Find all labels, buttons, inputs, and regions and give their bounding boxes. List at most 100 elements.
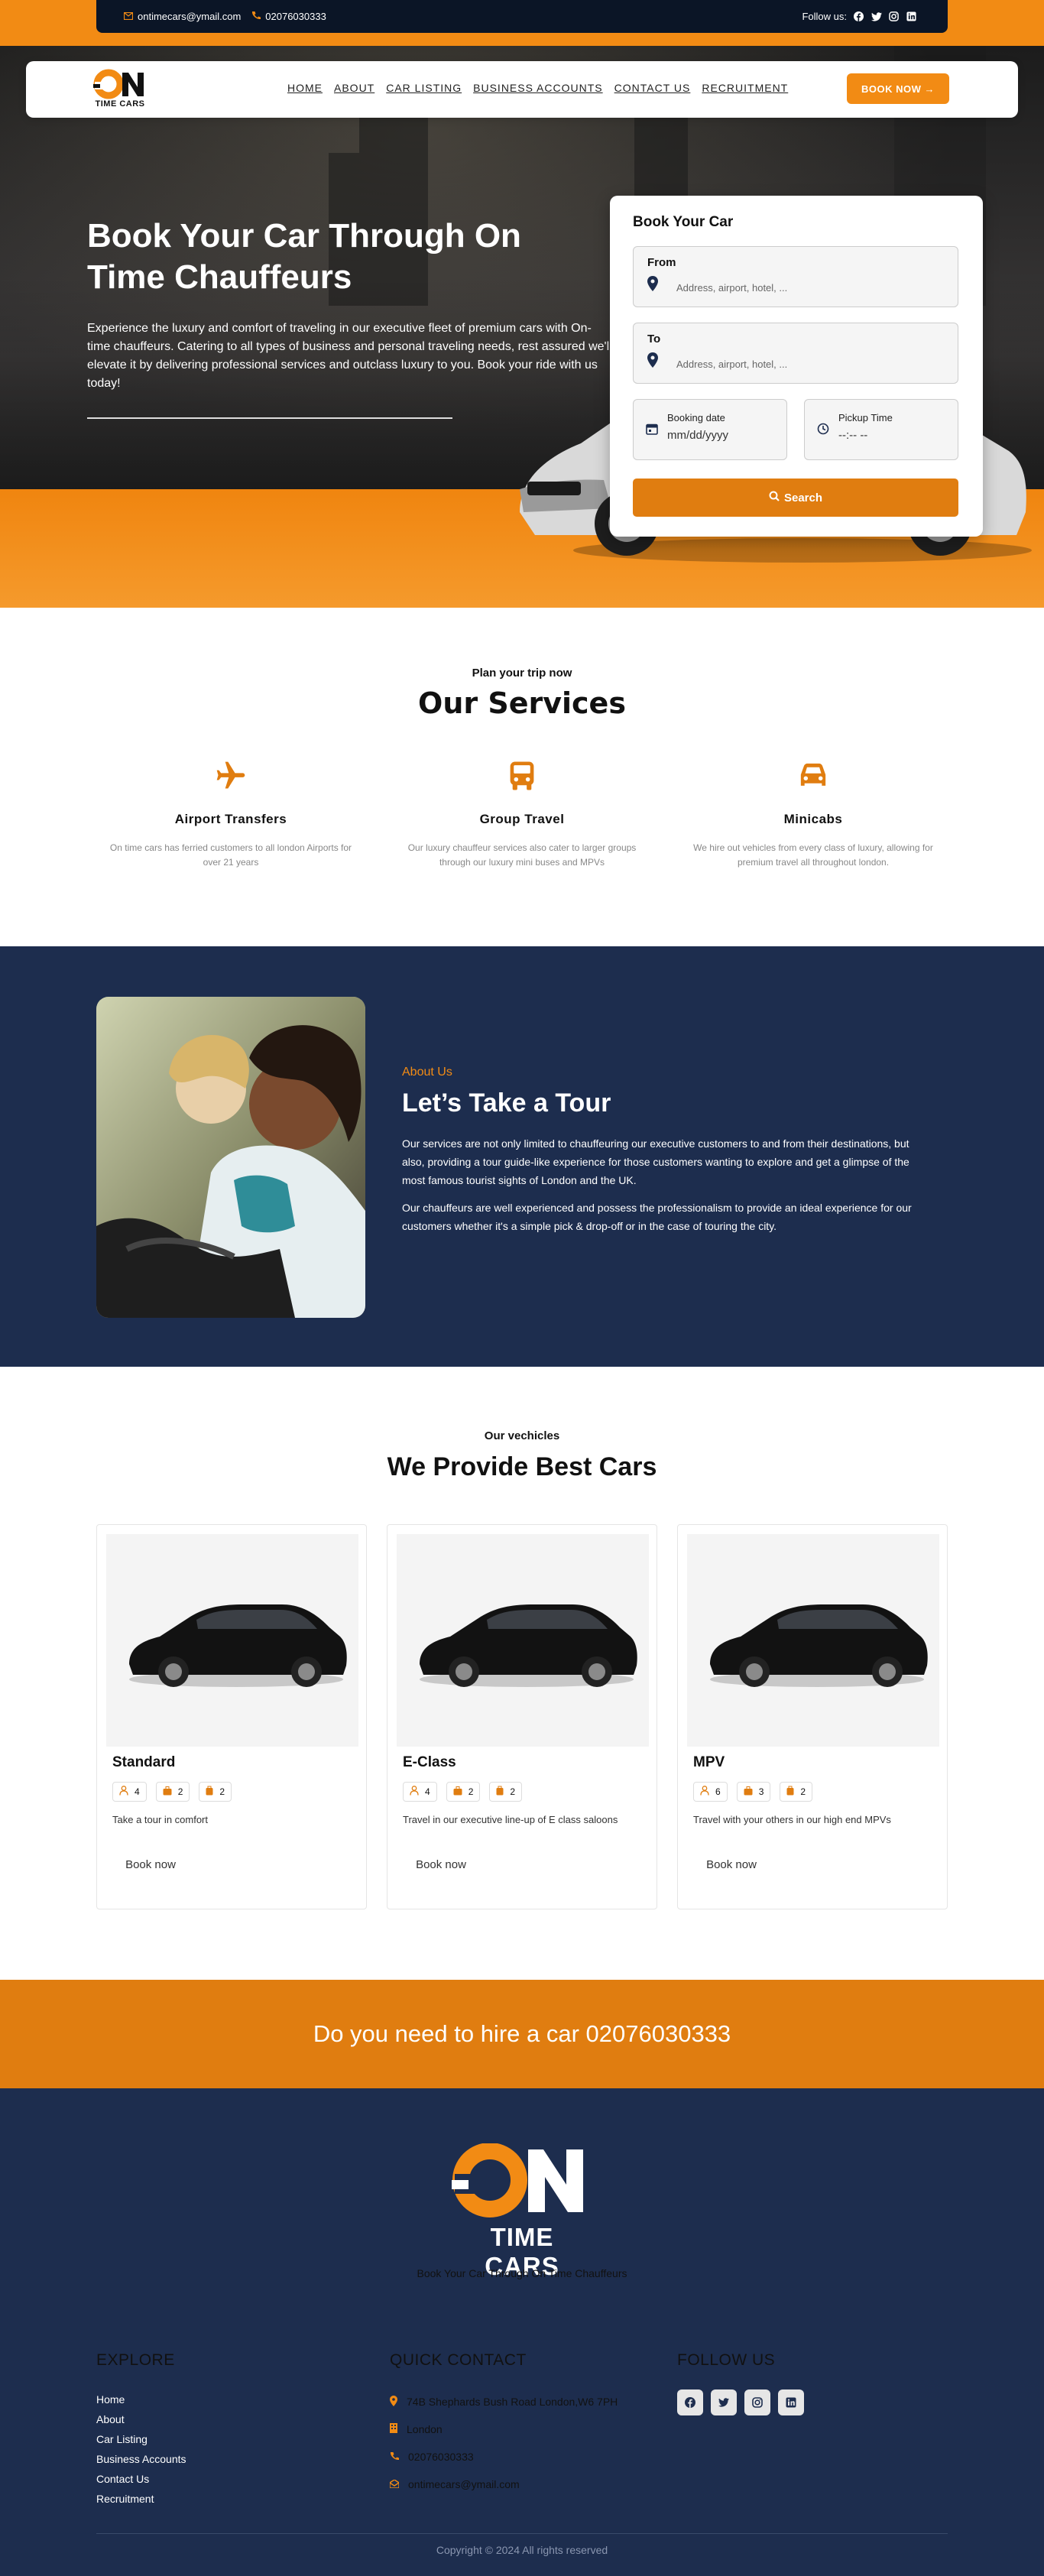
vehicle-name: Standard [112,1754,176,1770]
service-text: On time cars has ferried customers to al… [109,842,352,868]
passengers-chip: 6 [693,1782,728,1802]
booking-date-input[interactable]: mm/dd/yyyy [667,429,728,442]
nav-link-home[interactable]: HOME [287,82,323,94]
vehicles-title: We Provide Best Cars [387,1452,657,1481]
footer-link-about[interactable]: About [96,2409,186,2429]
twitter-icon[interactable] [871,11,882,22]
clock-icon [817,423,829,439]
follow-us-heading: FOLLOW US [677,2351,776,2369]
footer-address: 74B Shephards Bush Road London,W6 7PH [407,2396,618,2408]
footer-logo[interactable]: TIME CARS [452,2143,592,2280]
suitcase-icon [453,1786,462,1798]
nav-link-about[interactable]: ABOUT [334,82,374,94]
footer-divider [96,2533,948,2534]
follow-us-label: Follow us: [802,11,847,22]
service-item: Group Travel Our luxury chauffeur servic… [384,757,660,870]
luggage-chip: 2 [446,1782,481,1802]
footer-link-home[interactable]: Home [96,2389,186,2409]
topbar-email: ontimecars@ymail.com [138,11,242,22]
pickup-time-input[interactable]: --:-- -- [838,429,867,442]
service-title: Airport Transfers [174,812,287,826]
service-text: Our luxury chauffeur services also cater… [407,842,637,868]
bus-icon [384,757,660,795]
footer-instagram-icon[interactable] [744,2389,770,2415]
vehicle-book-button[interactable]: Book now [403,1849,479,1880]
topbar-email-link[interactable]: ontimecars@ymail.com [123,11,242,22]
vehicle-description: Travel with your others in our high end … [693,1814,891,1825]
luggage-chip: 2 [155,1782,190,1802]
vehicle-image [397,1534,649,1747]
vehicle-name: E-Class [403,1754,456,1770]
services-subtitle: Plan your trip now [472,667,572,680]
footer-linkedin-icon[interactable] [778,2389,804,2415]
service-text: We hire out vehicles from every class of… [693,842,933,868]
linkedin-icon[interactable] [906,11,917,22]
vehicle-book-button[interactable]: Book now [112,1849,189,1880]
phone-icon [251,11,261,22]
booking-form-title: Book Your Car [633,214,734,230]
suitcase-icon [744,1786,753,1798]
footer-email[interactable]: ontimecars@ymail.com [408,2478,520,2490]
bags-count: 2 [510,1786,516,1797]
building-icon [390,2423,397,2435]
to-label: To [647,333,661,346]
about-kicker: About Us [402,1066,452,1079]
nav-link-car-listing[interactable]: CAR LISTING [386,82,462,94]
vehicle-card: E-Class 4 2 2 Travel in our executive li… [387,1524,657,1909]
bags-chip: 2 [780,1782,813,1802]
bag-icon [786,1786,794,1798]
search-icon [769,491,780,504]
nav-link-contact-us[interactable]: CONTACT US [614,82,691,94]
explore-heading: EXPLORE [96,2351,175,2369]
search-button-label: Search [783,491,823,504]
vehicle-description: Travel in our executive line-up of E cla… [403,1814,618,1825]
about-paragraph-2: Our chauffeurs are well experienced and … [402,1202,912,1232]
passenger-count: 4 [425,1786,430,1797]
vehicle-card: Standard 4 2 2 Take a tour in comfort Bo… [96,1524,367,1909]
topbar-phone-link[interactable]: 02076030333 [251,11,326,22]
from-field[interactable]: From Address, airport, hotel, ... [633,246,958,307]
pickup-time-label: Pickup Time [838,412,893,423]
vehicles-subtitle: Our vechicles [484,1429,560,1442]
hire-cta-banner: Do you need to hire a car 02076030333 [0,1980,1044,2088]
passenger-icon [410,1786,419,1798]
footer-link-recruitment[interactable]: Recruitment [96,2489,186,2509]
vehicle-card: MPV 6 3 2 Travel with your others in our… [677,1524,948,1909]
service-item: Minicabs We hire out vehicles from every… [676,757,951,870]
mail-icon [123,11,134,22]
instagram-icon[interactable] [888,11,900,22]
service-title: Group Travel [479,812,565,826]
car-icon [676,757,951,795]
about-title: Let’s Take a Tour [402,1088,611,1118]
vehicle-name: MPV [693,1754,725,1770]
nav-link-recruitment[interactable]: RECRUITMENT [702,82,788,94]
passenger-count: 4 [135,1786,140,1797]
luggage-count: 3 [758,1786,764,1797]
booking-date-field[interactable]: Booking date mm/dd/yyyy [633,399,787,460]
hire-cta-text[interactable]: Do you need to hire a car 02076030333 [313,2020,731,2048]
passenger-count: 6 [715,1786,721,1797]
search-button[interactable]: Search [633,479,958,517]
passengers-chip: 4 [112,1782,147,1802]
nav-link-business-accounts[interactable]: BUSINESS ACCOUNTS [473,82,602,94]
to-input[interactable]: Address, airport, hotel, ... [676,358,787,370]
pickup-time-field[interactable]: Pickup Time --:-- -- [804,399,958,460]
from-input[interactable]: Address, airport, hotel, ... [676,282,787,294]
to-field[interactable]: To Address, airport, hotel, ... [633,323,958,384]
facebook-icon[interactable] [853,11,864,22]
footer-facebook-icon[interactable] [677,2389,703,2415]
site-logo[interactable]: TIME CARS [93,69,147,110]
location-pin-icon [647,352,658,371]
bags-count: 2 [219,1786,225,1797]
logo-text: TIME CARS [95,99,145,109]
vehicle-book-button[interactable]: Book now [693,1849,770,1880]
footer-phone[interactable]: 02076030333 [408,2451,474,2463]
footer-link-business-accounts[interactable]: Business Accounts [96,2449,186,2469]
service-title: Minicabs [783,812,843,826]
from-label: From [647,256,676,269]
footer-link-contact-us[interactable]: Contact Us [96,2469,186,2489]
suitcase-icon [163,1786,172,1798]
footer-link-car-listing[interactable]: Car Listing [96,2429,186,2449]
footer-twitter-icon[interactable] [711,2389,737,2415]
book-now-button[interactable]: BOOK NOW → [847,73,949,104]
